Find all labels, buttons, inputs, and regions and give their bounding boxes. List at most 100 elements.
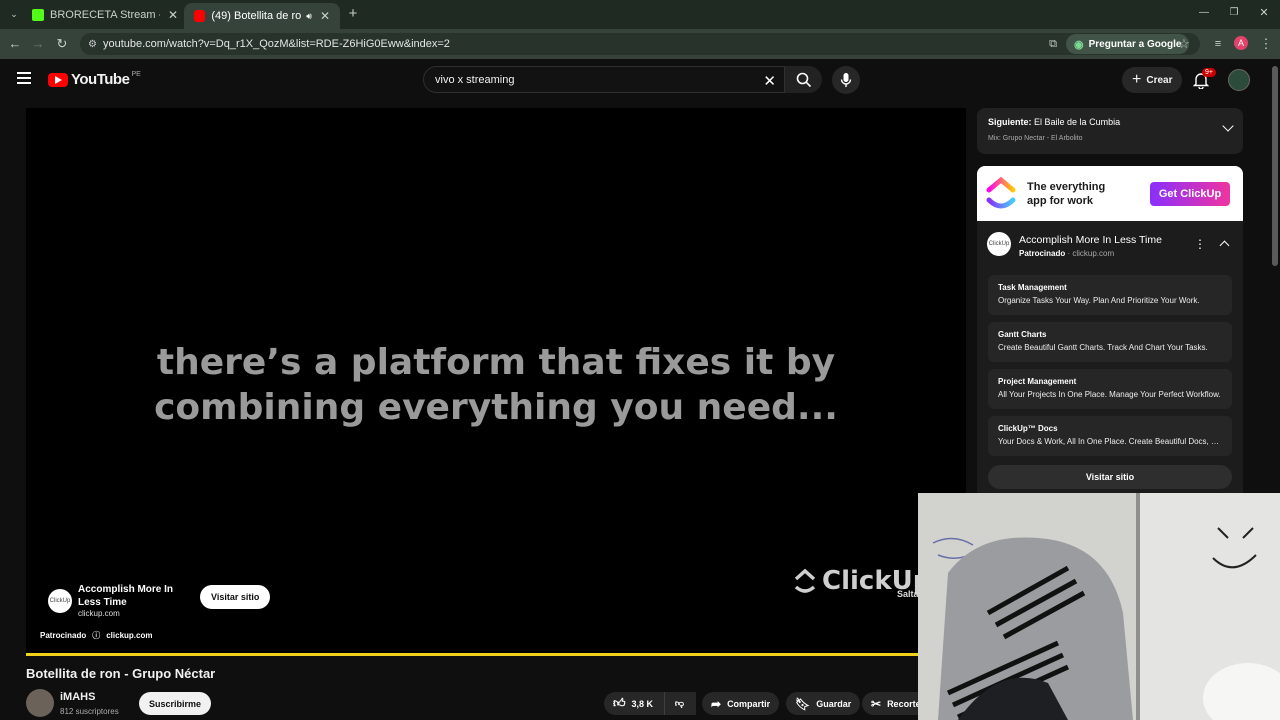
- address-bar[interactable]: ⚙︎ youtube.com/watch?v=Dq_r1X_QozM&list=…: [80, 33, 1200, 55]
- clear-search-icon[interactable]: ✕: [763, 72, 776, 90]
- tab-youtube-video[interactable]: (49) Botellita de ron - Grupo 🔊︎ ✕: [184, 3, 340, 29]
- feature-title: Gantt Charts: [998, 330, 1047, 339]
- audio-playing-icon[interactable]: 🔊︎: [306, 11, 312, 22]
- visit-site-button[interactable]: Visitar sitio: [988, 465, 1232, 489]
- dislike-button[interactable]: 👎︎: [664, 692, 694, 715]
- ad-progress-bar[interactable]: [26, 653, 918, 656]
- subscribe-button[interactable]: Suscribirme: [139, 692, 212, 715]
- skip-ad-label[interactable]: Salta: [897, 589, 919, 599]
- ad-panel-subtitle: Patrocinado · clickup.com: [1019, 249, 1114, 258]
- browser-profile-avatar[interactable]: A: [1234, 36, 1248, 50]
- feature-title: Task Management: [998, 283, 1067, 292]
- up-next-card[interactable]: Siguiente: El Baile de la Cumbia Mix: Gr…: [977, 108, 1243, 154]
- companion-ad-banner[interactable]: The everything app for work Get ClickUp: [977, 166, 1243, 221]
- youtube-play-logo-icon: [48, 72, 68, 87]
- info-icon[interactable]: ⓘ: [92, 630, 100, 641]
- up-next-prefix: Siguiente:: [988, 117, 1032, 127]
- minimize-window-icon[interactable]: —: [1196, 5, 1212, 21]
- close-tab-icon[interactable]: ✕: [168, 8, 178, 22]
- get-clickup-button[interactable]: Get ClickUp: [1150, 182, 1230, 206]
- ad-caption-line: combining everything you need...: [154, 387, 838, 428]
- feature-description: Organize Tasks Your Way. Plan And Priori…: [998, 296, 1200, 305]
- webcam-overlay: [918, 493, 1280, 720]
- bookmark-star-icon[interactable]: ☆: [1176, 36, 1192, 52]
- ask-google-label: Preguntar a Google: [1088, 38, 1182, 50]
- ad-feature-item[interactable]: Project Management All Your Projects In …: [988, 369, 1232, 409]
- browser-menu-icon[interactable]: ⋮: [1258, 36, 1274, 52]
- clickup-logo-icon: [794, 568, 816, 593]
- subscriber-count: 812 suscriptores: [60, 707, 119, 716]
- youtube-favicon-icon: [194, 10, 206, 22]
- youtube-wordmark: YouTube: [71, 71, 130, 88]
- channel-avatar[interactable]: [26, 689, 54, 717]
- site-info-icon[interactable]: ⚙︎: [88, 39, 97, 50]
- feature-description: Your Docs & Work, All In One Place. Crea…: [998, 437, 1222, 446]
- youtube-header: YouTube PE vivo x streaming ✕ + Crear 9+: [0, 59, 1280, 101]
- search-query: vivo x streaming: [435, 73, 515, 86]
- chevron-down-icon[interactable]: [1222, 120, 1234, 132]
- reload-icon[interactable]: ↻: [54, 36, 70, 52]
- country-code: PE: [131, 71, 141, 78]
- video-title: Botellita de ron - Grupo Néctar: [26, 666, 216, 681]
- feature-description: All Your Projects In One Place. Manage Y…: [998, 390, 1221, 399]
- ad-feature-item[interactable]: ClickUp™ Docs Your Docs & Work, All In O…: [988, 416, 1232, 456]
- scissors-icon: ✂: [871, 696, 882, 711]
- account-avatar[interactable]: [1228, 69, 1250, 91]
- save-button[interactable]: 🔖︎ Guardar: [786, 692, 861, 715]
- close-tab-icon[interactable]: ✕: [320, 9, 330, 23]
- advertiser-logo: ClickUp: [48, 588, 72, 613]
- install-app-icon[interactable]: ⧉: [1045, 36, 1061, 52]
- player-ad-card[interactable]: ClickUp Accomplish More In Less Time cli…: [48, 583, 193, 618]
- search-button[interactable]: [785, 66, 822, 93]
- banner-tagline: The everything app for work: [1027, 181, 1106, 207]
- tab-kick-stream[interactable]: BRORECETA Stream - Watch Live ✕: [32, 4, 182, 26]
- search-icon: [796, 72, 811, 87]
- forward-icon[interactable]: →: [30, 36, 46, 52]
- tab-search-chevron-icon[interactable]: ⌄: [6, 6, 22, 22]
- search-input[interactable]: vivo x streaming ✕: [423, 66, 785, 93]
- ad-card-domain: clickup.com: [78, 609, 120, 618]
- ad-domain: · clickup.com: [1067, 249, 1115, 258]
- create-button[interactable]: + Crear: [1122, 67, 1183, 93]
- media-control-icon[interactable]: ≡: [1210, 36, 1226, 52]
- ad-card-title: Accomplish More In Less Time: [78, 584, 174, 608]
- advertiser-logo: ClickUp: [987, 232, 1011, 256]
- ad-panel-title[interactable]: Accomplish More In Less Time: [1019, 234, 1162, 246]
- up-next-title-line: Siguiente: El Baile de la Cumbia: [988, 117, 1120, 127]
- voice-search-button[interactable]: [832, 66, 860, 94]
- visit-site-button[interactable]: Visitar sitio: [200, 585, 271, 609]
- ad-feature-item[interactable]: Gantt Charts Create Beautiful Gantt Char…: [988, 322, 1232, 362]
- more-options-icon[interactable]: ⋮: [1194, 237, 1206, 251]
- restore-window-icon[interactable]: ❐: [1226, 5, 1242, 21]
- sponsored-label: Patrocinado: [40, 631, 87, 640]
- feature-description: Create Beautiful Gantt Charts. Track And…: [998, 343, 1208, 352]
- new-tab-icon[interactable]: +: [345, 6, 361, 22]
- browser-tab-bar: ⌄ BRORECETA Stream - Watch Live ✕ (49) B…: [0, 0, 1280, 29]
- bookmark-icon: 🔖︎: [795, 696, 811, 711]
- ask-google-button[interactable]: ◉ Preguntar a Google: [1066, 34, 1190, 54]
- create-label: Crear: [1146, 74, 1173, 86]
- youtube-logo[interactable]: YouTube PE: [48, 71, 141, 88]
- chevron-up-icon[interactable]: [1219, 240, 1230, 251]
- page-scrollbar[interactable]: [1272, 66, 1278, 266]
- feature-title: ClickUp™ Docs: [998, 424, 1058, 433]
- sponsored-label: Patrocinado: [1019, 249, 1066, 258]
- ad-caption: there’s a platform that fixes it by comb…: [26, 340, 966, 430]
- feature-title: Project Management: [998, 377, 1077, 386]
- sponsored-domain: clickup.com: [106, 631, 153, 640]
- clip-button[interactable]: ✂ Recorte: [862, 692, 918, 715]
- share-button[interactable]: ➦ Compartir: [702, 692, 780, 715]
- notification-count-badge: 9+: [1202, 68, 1216, 77]
- hamburger-menu-icon[interactable]: [17, 72, 31, 84]
- google-lens-icon: ◉: [1074, 38, 1084, 51]
- video-player[interactable]: there’s a platform that fixes it by comb…: [26, 108, 966, 655]
- back-icon[interactable]: ←: [7, 36, 23, 52]
- ad-feature-item[interactable]: Task Management Organize Tasks Your Way.…: [988, 275, 1232, 315]
- ad-caption-line: there’s a platform that fixes it by: [156, 342, 836, 383]
- clickup-logo-icon: [986, 176, 1016, 209]
- channel-name[interactable]: iMAHS: [60, 691, 95, 703]
- thumbs-up-icon: 👍︎: [613, 696, 626, 710]
- save-label: Guardar: [816, 698, 852, 709]
- close-window-icon[interactable]: ✕: [1256, 5, 1272, 21]
- webcam-feed-image: [918, 493, 1280, 720]
